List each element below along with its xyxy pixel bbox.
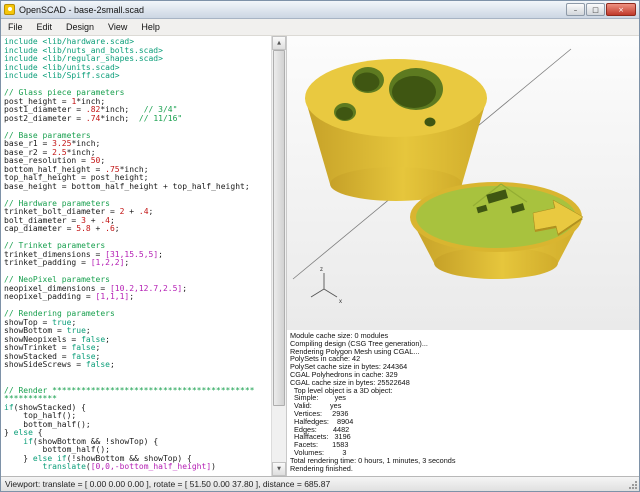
scrollbar-up-icon[interactable]: ▲ bbox=[272, 36, 286, 50]
code-line: post2_diameter = .74*inch; // 11/16" bbox=[4, 113, 183, 123]
bolt-hole-small bbox=[334, 103, 356, 121]
axis-label-z: z bbox=[320, 267, 323, 273]
openscad-window: OpenSCAD - base-2small.scad – □ × File Ed… bbox=[0, 0, 640, 492]
code-line: neopixel_padding = [1,1,1]; bbox=[4, 292, 135, 301]
window-title: OpenSCAD - base-2small.scad bbox=[19, 4, 145, 15]
scrollbar-thumb[interactable] bbox=[273, 50, 285, 406]
code-editor[interactable]: include <lib/hardware.scad> include <lib/… bbox=[1, 36, 271, 476]
main-area: include <lib/hardware.scad> include <lib/… bbox=[1, 36, 639, 476]
menubar: File Edit Design View Help bbox=[1, 19, 639, 36]
right-pane: z x Module cache size: 0 modules Compilin… bbox=[287, 36, 639, 476]
minimize-button[interactable]: – bbox=[566, 3, 585, 16]
3d-object-top-half bbox=[305, 59, 487, 201]
3d-object-bottom-half bbox=[410, 182, 584, 279]
window-controls: – □ × bbox=[566, 3, 636, 16]
menu-item-help[interactable]: Help bbox=[134, 19, 167, 35]
screw-hole bbox=[424, 117, 436, 127]
scrollbar-down-icon[interactable]: ▼ bbox=[272, 462, 286, 476]
titlebar[interactable]: OpenSCAD - base-2small.scad – □ × bbox=[1, 1, 639, 19]
code-line: translate([0,0,-bottom_half_height]) bbox=[42, 462, 216, 471]
code-line: base_height = bottom_half_height + top_h… bbox=[4, 181, 250, 191]
console-panel[interactable]: Module cache size: 0 modules Compiling de… bbox=[287, 330, 639, 476]
code-line: showSideScrews = false; bbox=[4, 360, 115, 369]
axis-label-x: x bbox=[339, 299, 342, 305]
viewport-status-text: Viewport: translate = [ 0.00 0.00 0.00 ]… bbox=[5, 479, 331, 489]
code-line: trinket_padding = [1,2,2]; bbox=[4, 258, 130, 267]
editor-scrollbar[interactable]: ▲ ▼ bbox=[271, 36, 287, 476]
close-button[interactable]: × bbox=[606, 3, 636, 16]
menu-item-edit[interactable]: Edit bbox=[30, 19, 60, 35]
menu-item-design[interactable]: Design bbox=[59, 19, 101, 35]
bolt-hole-large bbox=[389, 68, 443, 110]
resize-grip[interactable] bbox=[627, 479, 637, 489]
3d-viewport[interactable]: z x bbox=[287, 36, 639, 330]
maximize-button[interactable]: □ bbox=[586, 3, 605, 16]
menu-item-view[interactable]: View bbox=[101, 19, 134, 35]
code-line: cap_diameter = 5.8 + .6; bbox=[4, 224, 120, 233]
bolt-hole-medium bbox=[352, 67, 384, 93]
code-line: bottom_half(); bbox=[4, 419, 91, 429]
menu-item-file[interactable]: File bbox=[1, 19, 30, 35]
console-line: Rendering finished. bbox=[290, 463, 353, 473]
3d-scene: z x bbox=[287, 36, 639, 330]
console-line: Simple: yes bbox=[290, 393, 346, 403]
status-bar: Viewport: translate = [ 0.00 0.00 0.00 ]… bbox=[1, 476, 639, 491]
openscad-app-icon bbox=[4, 4, 15, 15]
console-lines: Module cache size: 0 modules Compiling de… bbox=[290, 332, 636, 472]
code-lines: include <lib/hardware.scad> include <lib/… bbox=[4, 37, 271, 472]
code-line: include <lib/Spiff.scad> bbox=[4, 71, 120, 80]
